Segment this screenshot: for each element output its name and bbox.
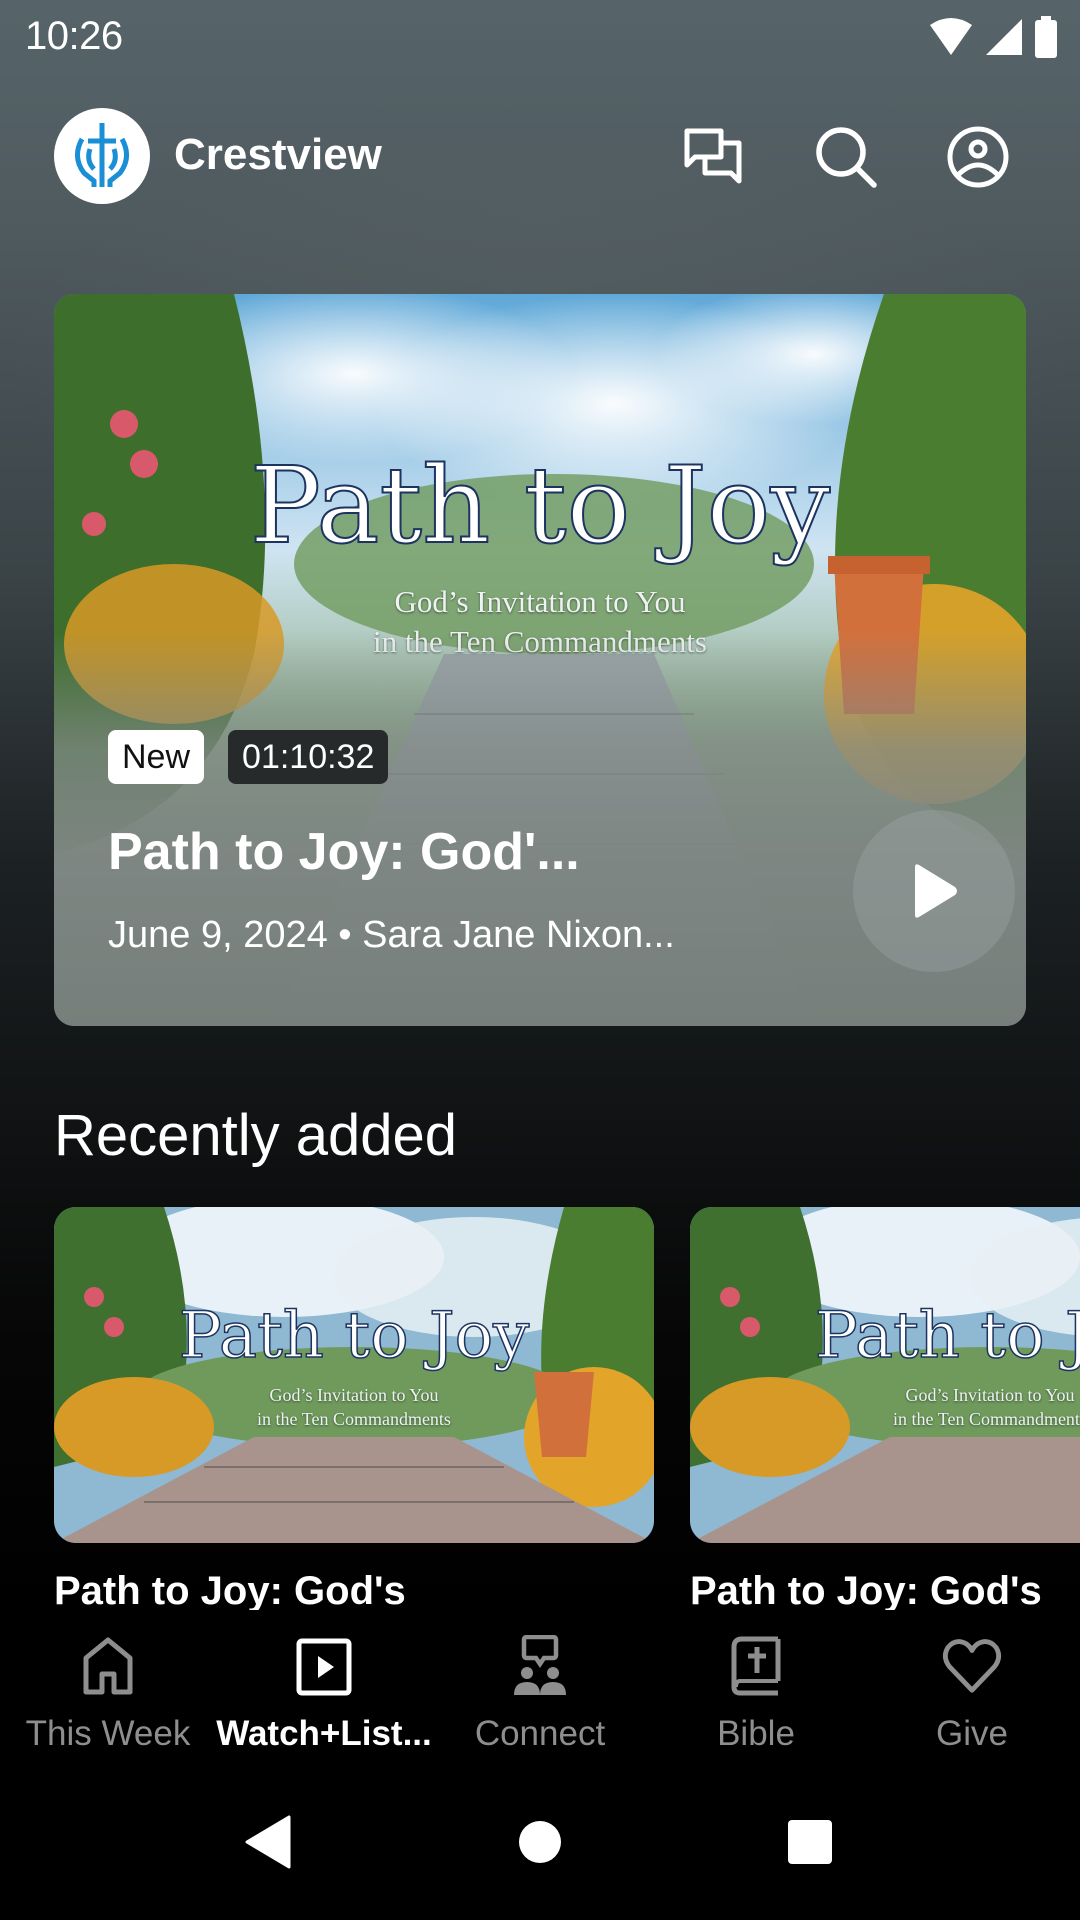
profile-button[interactable] (945, 124, 1011, 190)
status-icons (928, 16, 1058, 58)
thumbnail-art-subtitle-1: God’s Invitation to You (905, 1385, 1075, 1405)
nav-label: Watch+List... (216, 1714, 432, 1753)
signal-icon (986, 19, 1022, 55)
video-thumbnail[interactable]: Path to Joy God’s Invitation to You in t… (690, 1207, 1080, 1543)
nav-label: Give (936, 1714, 1008, 1753)
group-chat-icon (510, 1634, 570, 1698)
recently-added-title: Path to Joy: God's (54, 1569, 406, 1610)
new-badge: New (108, 730, 205, 784)
nav-connect[interactable]: Connect (432, 1610, 648, 1760)
recently-added-heading: Recently added (54, 1103, 458, 1168)
recently-added-item[interactable]: Path to Joy God’s Invitation to You in t… (690, 1207, 1080, 1610)
nav-this-week[interactable]: This Week (0, 1610, 216, 1760)
heart-icon (942, 1634, 1002, 1698)
thumbnail-artwork (54, 1207, 654, 1543)
system-nav-bar (0, 1760, 1080, 1920)
recently-added-title: Path to Joy: God's (690, 1569, 1042, 1610)
thumbnail-art-subtitle-2: in the Ten Commandments (893, 1409, 1080, 1429)
home-button[interactable] (500, 1802, 580, 1882)
recents-button[interactable] (770, 1802, 850, 1882)
recently-added-item[interactable]: Path to Joy God’s Invitation to You in t… (54, 1207, 654, 1610)
church-logo[interactable] (54, 108, 150, 204)
hero-title: Path to Joy: God'... (108, 823, 580, 881)
video-thumbnail[interactable]: Path to Joy God’s Invitation to You in t… (54, 1207, 654, 1543)
messages-button[interactable] (680, 124, 746, 190)
home-icon (78, 1634, 138, 1698)
cross-logo-icon (75, 123, 129, 187)
thumbnail-art-subtitle-1: God’s Invitation to You (269, 1385, 439, 1405)
app-title: Crestview (174, 130, 382, 179)
bottom-nav: This Week Watch+List... Connect Bible Gi… (0, 1610, 1080, 1760)
thumbnail-art-title: Path to Joy (814, 1298, 1080, 1374)
recently-added-rail[interactable]: Path to Joy God’s Invitation to You in t… (54, 1207, 1080, 1610)
nav-give[interactable]: Give (864, 1610, 1080, 1760)
hero-meta: June 9, 2024 • Sara Jane Nixon... (108, 914, 675, 956)
chat-bubbles-icon (684, 128, 742, 184)
back-button[interactable] (228, 1802, 308, 1882)
nav-watch-listen[interactable]: Watch+List... (216, 1610, 432, 1760)
screen: 10:26 Crestview New 01:10:32 Path to Joy… (0, 0, 1080, 1920)
account-circle-icon (947, 126, 1009, 188)
nav-label: Bible (717, 1714, 795, 1753)
nav-label: Connect (474, 1714, 606, 1753)
recents-icon (788, 1820, 832, 1864)
search-icon (816, 127, 877, 188)
back-icon (245, 1815, 291, 1869)
play-box-icon (294, 1634, 354, 1698)
thumbnail-art-subtitle-2: in the Ten Commandments (257, 1409, 451, 1429)
thumbnail-artwork (690, 1207, 1080, 1543)
status-bar: 10:26 (0, 0, 1080, 72)
play-icon (915, 864, 957, 918)
home-circle-icon (519, 1821, 561, 1863)
status-time: 10:26 (25, 14, 123, 58)
battery-icon (1035, 16, 1057, 58)
search-button[interactable] (813, 124, 879, 190)
duration-badge: 01:10:32 (228, 730, 389, 784)
hero-badges: New 01:10:32 (108, 730, 389, 784)
wifi-icon (930, 18, 972, 55)
featured-video-card[interactable]: Path to Joy God’s Invitation to You in t… (54, 294, 1026, 1026)
app-bar: Crestview (0, 100, 1080, 215)
play-button[interactable] (853, 810, 1015, 972)
nav-label: This Week (25, 1714, 191, 1753)
nav-bible[interactable]: Bible (648, 1610, 864, 1760)
thumbnail-art-title: Path to Joy (178, 1298, 530, 1374)
bible-icon (726, 1634, 786, 1698)
